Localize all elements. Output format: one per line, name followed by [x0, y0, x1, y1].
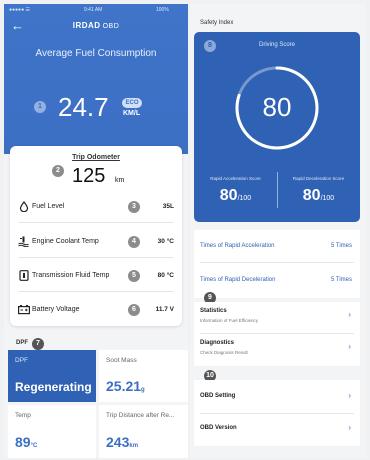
driving-score-card: 8 Driving Score 80 Rapid Acceleration Sc… — [194, 32, 360, 222]
metric-row-transmission-temp: Transmission Fluid Temp 5 80 °C — [10, 267, 182, 287]
divider — [18, 291, 174, 292]
chevron-right-icon: › — [348, 423, 351, 432]
dpf-temp-tile[interactable]: Temp 89°C — [8, 405, 96, 458]
metric-label: Battery Voltage — [32, 306, 80, 313]
rapid-acceleration-score-value: 80/100 — [219, 187, 252, 204]
nav-bar: ← IRDAD OBD — [4, 16, 188, 36]
eco-badge: ECO — [122, 98, 142, 108]
menu-subtitle: Information of Fuel Efficiency — [200, 318, 258, 323]
metric-row-fuel-level: Fuel Level 3 35L — [10, 198, 182, 218]
metric-value: 80 °C — [157, 272, 174, 279]
obd-menu: OBD Setting › OBD Version › — [194, 380, 360, 446]
tile-value: 243km — [106, 434, 139, 450]
tile-unit: km — [129, 443, 139, 449]
rapid-acceleration-score-label: Rapid Acceleration Score — [210, 176, 261, 181]
metric-row-coolant-temp: Engine Coolant Temp 4 30 °C — [10, 233, 182, 253]
safety-title: Safety Index — [200, 20, 234, 26]
row-label: Times of Rapid Deceleration — [200, 277, 276, 283]
menu-label: OBD Version — [200, 425, 237, 431]
menu-label: OBD Setting — [200, 393, 236, 399]
rapid-events-list: Times of Rapid Acceleration 5 Times Time… — [194, 230, 360, 298]
divider — [200, 262, 354, 263]
tile-value: 89°C — [15, 434, 38, 450]
safety-index-screen: Safety Index 8 Driving Score 80 Rapid Ac… — [190, 4, 366, 458]
droplet-icon — [18, 201, 29, 213]
odometer-unit: km — [115, 177, 125, 184]
rapid-deceleration-row[interactable]: Times of Rapid Deceleration 5 Times — [194, 268, 360, 292]
brand-logo: IRDAD OBD — [4, 21, 188, 30]
chevron-right-icon: › — [348, 391, 351, 400]
app-screens: ●●●●● ☰ 9:41 AM 100% ← IRDAD OBD Average … — [0, 0, 370, 460]
fuel-title: Average Fuel Consumption — [35, 48, 157, 59]
carrier-signal: ●●●●● ☰ — [9, 7, 30, 13]
tile-label: DPF — [15, 357, 28, 364]
row-value: 5 Times — [330, 277, 352, 283]
brand-name: IRDAD — [72, 21, 101, 30]
odometer-card: Trip Odometer 2 125 km Fuel Level 3 35L … — [10, 146, 182, 326]
thermometer-icon — [18, 236, 29, 248]
metric-value: 35L — [162, 203, 174, 210]
menu-label: Statistics — [200, 308, 227, 314]
brand-suffix: OBD — [102, 23, 120, 30]
metric-label: Fuel Level — [32, 203, 65, 210]
tile-label: Trip Distance after Re... — [106, 412, 175, 419]
metric-label: Transmission Fluid Temp — [32, 272, 110, 279]
tile-label: Soot Mass — [106, 357, 137, 364]
row-value: 5 Times — [330, 243, 352, 249]
metric-value: 30 °C — [157, 238, 174, 245]
tile-unit: g — [141, 387, 145, 393]
callout-badge: 3 — [128, 201, 140, 213]
rapid-acceleration-row[interactable]: Times of Rapid Acceleration 5 Times — [194, 234, 360, 258]
driving-score-value: 80 — [262, 92, 292, 122]
diagnostics-menu-item[interactable]: Diagnostics Check Diagnosis Result › — [194, 334, 360, 364]
callout-badge: 5 — [128, 270, 140, 282]
status-bar: ●●●●● ☰ 9:41 AM 100% — [4, 4, 188, 16]
transmission-icon — [18, 270, 29, 281]
divider — [18, 257, 174, 258]
fuel-unit: KM/L — [123, 110, 141, 117]
odometer-title: Trip Odometer — [72, 154, 120, 161]
battery-icon — [18, 304, 31, 315]
dpf-status-tile[interactable]: DPF Regenerating — [8, 350, 96, 402]
soot-mass-tile[interactable]: Soot Mass 25.21g — [99, 350, 188, 402]
chevron-right-icon: › — [348, 342, 351, 351]
rapid-deceleration-score-value: 80/100 — [302, 187, 335, 204]
rapid-deceleration-score-label: Rapid Deceleration Score — [292, 176, 345, 181]
fuel-value: 24.7 — [58, 92, 109, 122]
callout-badge: 1 — [34, 101, 46, 113]
tile-value: Regenerating — [15, 380, 92, 394]
menu-label: Diagnostics — [200, 340, 235, 346]
obd-setting-menu-item[interactable]: OBD Setting › — [194, 380, 360, 412]
tile-value: 25.21g — [106, 378, 145, 394]
dpf-section-label: DPF — [16, 340, 28, 346]
divider — [18, 222, 174, 223]
callout-badge: 4 — [128, 236, 140, 248]
metric-label: Engine Coolant Temp — [32, 238, 99, 245]
vehicle-status-screen: ●●●●● ☰ 9:41 AM 100% ← IRDAD OBD Average … — [4, 4, 188, 458]
menu-subtitle: Check Diagnosis Result — [200, 350, 248, 355]
analysis-menu: Statistics Information of Fuel Efficienc… — [194, 302, 360, 366]
row-label: Times of Rapid Acceleration — [200, 243, 275, 249]
callout-badge: 6 — [128, 304, 140, 316]
tile-label: Temp — [15, 412, 31, 419]
statistics-menu-item[interactable]: Statistics Information of Fuel Efficienc… — [194, 302, 360, 332]
callout-badge: 7 — [32, 338, 44, 350]
odometer-value: 125 — [72, 165, 106, 187]
tile-unit: °C — [30, 443, 38, 449]
status-time: 9:41 AM — [84, 7, 103, 13]
chevron-right-icon: › — [348, 310, 351, 319]
metric-value: 11.7 V — [155, 306, 174, 313]
fuel-hero: ●●●●● ☰ 9:41 AM 100% ← IRDAD OBD Average … — [4, 4, 188, 154]
trip-distance-tile[interactable]: Trip Distance after Re... 243km — [99, 405, 188, 458]
driving-score-title: Driving Score — [258, 42, 295, 48]
metric-row-battery-voltage: Battery Voltage 6 11.7 V — [10, 301, 182, 321]
callout-badge: 2 — [52, 165, 64, 177]
battery-level: 100% — [156, 7, 169, 13]
obd-version-menu-item[interactable]: OBD Version › — [194, 414, 360, 446]
